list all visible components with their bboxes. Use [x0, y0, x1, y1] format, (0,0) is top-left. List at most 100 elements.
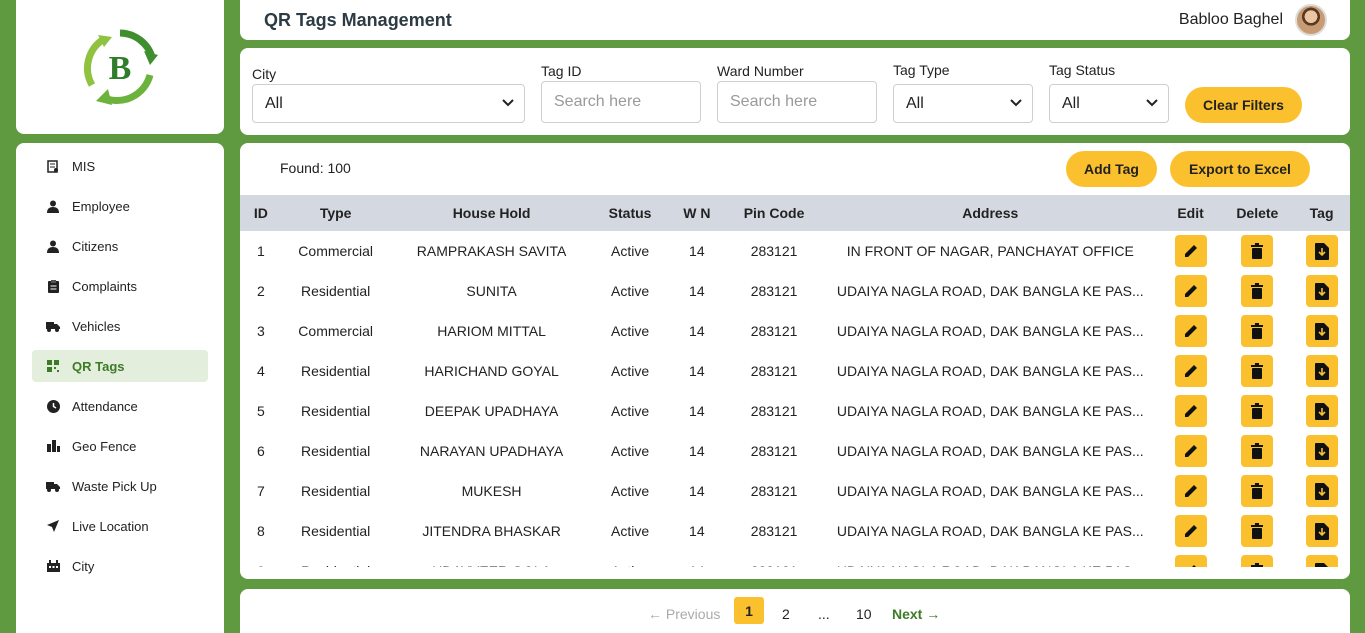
sidebar-item-employee[interactable]: Employee — [32, 190, 208, 222]
delete-button[interactable] — [1241, 275, 1274, 307]
sidebar-item-city[interactable]: City — [32, 550, 208, 582]
sidebar-item-vehicles[interactable]: Vehicles — [32, 310, 208, 342]
cell-ward: 14 — [689, 363, 705, 379]
pencil-icon — [1183, 283, 1199, 299]
edit-button[interactable] — [1174, 515, 1207, 547]
column-header-type[interactable]: Type — [282, 205, 390, 221]
column-header-household[interactable]: House Hold — [389, 205, 593, 221]
download-tag-button[interactable] — [1305, 435, 1338, 467]
sidebar-item-label: Employee — [72, 198, 130, 214]
file-download-icon — [1314, 282, 1329, 300]
edit-button[interactable] — [1174, 475, 1207, 507]
cell-pin: 283121 — [750, 363, 798, 379]
download-tag-button[interactable] — [1305, 235, 1338, 267]
delete-button[interactable] — [1241, 435, 1274, 467]
edit-button[interactable] — [1174, 315, 1207, 347]
navigation-icon — [46, 519, 60, 533]
delete-button[interactable] — [1241, 475, 1274, 507]
column-header-ward[interactable]: W N — [666, 205, 727, 221]
sidebar-item-complaints[interactable]: Complaints — [32, 270, 208, 302]
tag-cell — [1293, 515, 1350, 547]
edit-button[interactable] — [1174, 235, 1207, 267]
previous-page-button[interactable]: ← Previous — [648, 602, 720, 626]
edit-button[interactable] — [1174, 395, 1207, 427]
tag-cell — [1293, 275, 1350, 307]
table-body: 1 Commercial RAMPRAKASH SAVITA Active 14 2831… — [240, 231, 1350, 567]
filter-panel: City All Tag ID Search here Ward Number … — [240, 48, 1350, 135]
page-ellipsis: ... — [818, 606, 830, 622]
cell-status: Active — [611, 443, 650, 459]
delete-button[interactable] — [1241, 515, 1274, 547]
svg-text:B: B — [109, 50, 132, 87]
delete-button[interactable] — [1241, 555, 1274, 567]
pagination: ← Previous 1 2 ... 10 Next → — [240, 589, 1350, 633]
edit-button[interactable] — [1174, 275, 1207, 307]
column-header-pin[interactable]: Pin Code — [727, 205, 821, 221]
download-tag-button[interactable] — [1305, 475, 1338, 507]
tag-id-input[interactable]: Search here — [541, 81, 701, 123]
file-download-icon — [1314, 362, 1329, 380]
export-excel-button[interactable]: Export to Excel — [1170, 151, 1310, 187]
column-header-status[interactable]: Status — [594, 205, 667, 221]
sidebar-item-label: Geo Fence — [72, 438, 137, 454]
next-page-button[interactable]: Next → — [892, 602, 940, 626]
user-menu[interactable]: Babloo Baghel — [1179, 4, 1327, 36]
sidebar-item-mis[interactable]: MIS — [32, 150, 208, 182]
page-10-button[interactable]: 10 — [856, 602, 872, 626]
delete-button[interactable] — [1241, 235, 1274, 267]
tag-type-select[interactable]: All — [893, 84, 1033, 123]
ward-number-placeholder: Search here — [730, 93, 818, 110]
page-1-button[interactable]: 1 — [734, 597, 764, 624]
cell-status: Active — [611, 283, 650, 299]
download-tag-button[interactable] — [1305, 275, 1338, 307]
delete-button[interactable] — [1241, 355, 1274, 387]
sidebar-item-waste-pick-up[interactable]: Waste Pick Up — [32, 470, 208, 502]
table-row: 5 Residential DEEPAK UPADHAYA Active 14 28312… — [240, 391, 1350, 431]
cell-address: IN FRONT OF NAGAR, PANCHAYAT OFFICE — [846, 243, 1134, 259]
column-header-id[interactable]: ID — [240, 205, 282, 221]
download-tag-button[interactable] — [1305, 555, 1338, 567]
pencil-icon — [1183, 323, 1199, 339]
page-2-button[interactable]: 2 — [782, 602, 790, 626]
sidebar-item-citizens[interactable]: Citizens — [32, 230, 208, 262]
cell-type: Residential — [282, 563, 390, 567]
tag-cell — [1293, 475, 1350, 507]
trash-icon — [1250, 283, 1264, 299]
add-tag-button[interactable]: Add Tag — [1066, 151, 1157, 187]
city-select[interactable]: All — [252, 84, 525, 123]
table-row: 7 Residential MUKESH Active 14 283121 UDAIYA N… — [240, 471, 1350, 511]
tag-status-label: Tag Status — [1049, 62, 1116, 78]
cell-ward: 14 — [689, 403, 705, 419]
tag-status-value: All — [1062, 94, 1080, 112]
edit-button[interactable] — [1174, 555, 1207, 567]
clear-filters-button[interactable]: Clear Filters — [1185, 87, 1302, 123]
avatar[interactable] — [1295, 4, 1327, 36]
ward-number-input[interactable]: Search here — [717, 81, 877, 123]
download-tag-button[interactable] — [1305, 395, 1338, 427]
buildings-icon — [46, 439, 60, 453]
edit-button[interactable] — [1174, 355, 1207, 387]
edit-cell — [1160, 235, 1222, 267]
cell-household: MUKESH — [461, 483, 522, 499]
delete-button[interactable] — [1241, 315, 1274, 347]
download-tag-button[interactable] — [1305, 515, 1338, 547]
edit-button[interactable] — [1174, 435, 1207, 467]
cell-address: UDAIYA NAGLA ROAD, DAK BANGLA KE PAS... — [836, 283, 1144, 299]
delete-button[interactable] — [1241, 395, 1274, 427]
column-header-address[interactable]: Address — [821, 205, 1160, 221]
report-icon — [46, 159, 60, 173]
tag-status-select[interactable]: All — [1049, 84, 1169, 123]
sidebar-item-live-location[interactable]: Live Location — [32, 510, 208, 542]
tag-id-label: Tag ID — [541, 63, 582, 79]
cell-pin: 283121 — [750, 323, 798, 339]
sidebar-item-geo-fence[interactable]: Geo Fence — [32, 430, 208, 462]
sidebar-item-attendance[interactable]: Attendance — [32, 390, 208, 422]
download-tag-button[interactable] — [1305, 315, 1338, 347]
cell-household: JITENDRA BHASKAR — [422, 523, 561, 539]
download-tag-button[interactable] — [1305, 355, 1338, 387]
sidebar-item-qr-tags[interactable]: QR Tags — [32, 350, 208, 382]
tag-cell — [1293, 315, 1350, 347]
cell-status: Active — [594, 563, 667, 567]
cell-type: Residential — [301, 483, 371, 499]
trash-icon — [1250, 483, 1264, 499]
